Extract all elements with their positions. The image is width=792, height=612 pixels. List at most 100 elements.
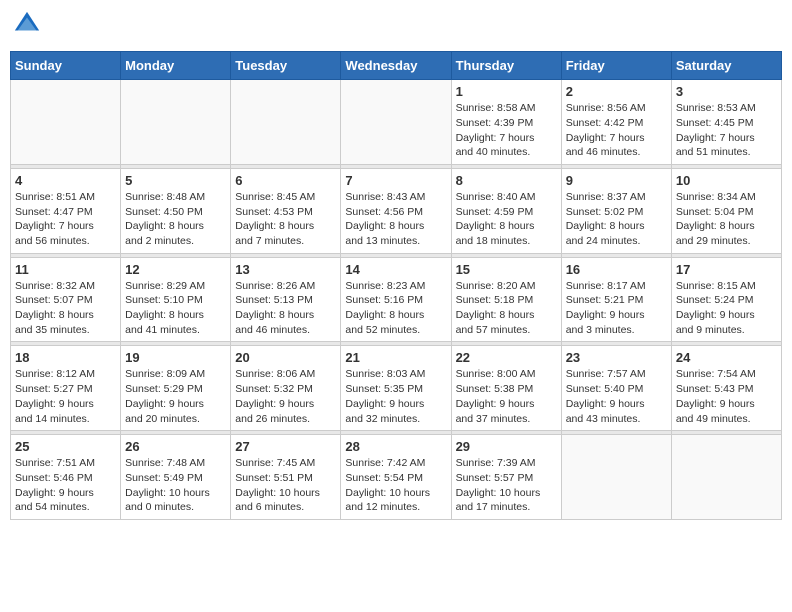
day-number: 1	[456, 84, 557, 99]
weekday-header-sunday: Sunday	[11, 52, 121, 80]
calendar-week-2: 4 Sunrise: 8:51 AMSunset: 4:47 PMDaylight…	[11, 168, 782, 253]
day-info: Sunrise: 8:34 AMSunset: 5:04 PMDaylight:…	[676, 190, 777, 249]
calendar-cell: 26Sunrise: 7:48 AMSunset: 5:49 PMDayligh…	[121, 435, 231, 520]
weekday-header-wednesday: Wednesday	[341, 52, 451, 80]
day-info: Sunrise: 8:58 AMSunset: 4:39 PMDaylight:…	[456, 101, 557, 160]
calendar-cell: 8 Sunrise: 8:40 AMSunset: 4:59 PMDaylight…	[451, 168, 561, 253]
calendar-cell: 18 Sunrise: 8:12 AMSunset: 5:27 PMDayligh…	[11, 346, 121, 431]
weekday-header-friday: Friday	[561, 52, 671, 80]
calendar-cell: 20Sunrise: 8:06 AMSunset: 5:32 PMDayligh…	[231, 346, 341, 431]
day-number: 27	[235, 439, 336, 454]
day-number: 19	[125, 350, 226, 365]
calendar-cell: 22 Sunrise: 8:00 AMSunset: 5:38 PMDayligh…	[451, 346, 561, 431]
calendar-cell: 7 Sunrise: 8:43 AMSunset: 4:56 PMDaylight…	[341, 168, 451, 253]
day-info: Sunrise: 8:23 AMSunset: 5:16 PMDaylight:…	[345, 279, 446, 338]
calendar-cell	[231, 80, 341, 165]
calendar-cell: 17 Sunrise: 8:15 AMSunset: 5:24 PMDayligh…	[671, 257, 781, 342]
calendar-cell: 27 Sunrise: 7:45 AMSunset: 5:51 PMDayligh…	[231, 435, 341, 520]
day-info: Sunrise: 8:26 AMSunset: 5:13 PMDaylight:…	[235, 279, 336, 338]
weekday-header-thursday: Thursday	[451, 52, 561, 80]
calendar-cell: 25 Sunrise: 7:51 AMSunset: 5:46 PMDayligh…	[11, 435, 121, 520]
day-number: 7	[345, 173, 446, 188]
calendar-cell: 21Sunrise: 8:03 AMSunset: 5:35 PMDayligh…	[341, 346, 451, 431]
day-info: Sunrise: 8:29 AMSunset: 5:10 PMDaylight:…	[125, 279, 226, 338]
weekday-header-saturday: Saturday	[671, 52, 781, 80]
day-number: 28	[345, 439, 446, 454]
day-number: 8	[456, 173, 557, 188]
day-info: Sunrise: 8:15 AMSunset: 5:24 PMDaylight:…	[676, 279, 777, 338]
day-number: 23	[566, 350, 667, 365]
day-number: 4	[15, 173, 116, 188]
day-info: Sunrise: 8:43 AMSunset: 4:56 PMDaylight:…	[345, 190, 446, 249]
calendar-cell: 16 Sunrise: 8:17 AMSunset: 5:21 PMDayligh…	[561, 257, 671, 342]
day-info: Sunrise: 8:09 AMSunset: 5:29 PMDaylight:…	[125, 367, 226, 426]
calendar-cell: 29 Sunrise: 7:39 AMSunset: 5:57 PMDayligh…	[451, 435, 561, 520]
calendar-cell: 19 Sunrise: 8:09 AMSunset: 5:29 PMDayligh…	[121, 346, 231, 431]
day-number: 25	[15, 439, 116, 454]
day-info: Sunrise: 7:39 AMSunset: 5:57 PMDaylight:…	[456, 456, 557, 515]
page-header	[10, 10, 782, 43]
day-number: 22	[456, 350, 557, 365]
day-info: Sunrise: 7:51 AMSunset: 5:46 PMDaylight:…	[15, 456, 116, 515]
calendar-cell	[671, 435, 781, 520]
day-info: Sunrise: 7:45 AMSunset: 5:51 PMDaylight:…	[235, 456, 336, 515]
weekday-header-monday: Monday	[121, 52, 231, 80]
day-info: Sunrise: 7:42 AMSunset: 5:54 PMDaylight:…	[345, 456, 446, 515]
day-number: 16	[566, 262, 667, 277]
calendar-cell: 9 Sunrise: 8:37 AMSunset: 5:02 PMDaylight…	[561, 168, 671, 253]
day-info: Sunrise: 8:00 AMSunset: 5:38 PMDaylight:…	[456, 367, 557, 426]
day-number: 9	[566, 173, 667, 188]
day-number: 26	[125, 439, 226, 454]
weekday-header-tuesday: Tuesday	[231, 52, 341, 80]
calendar-week-5: 25 Sunrise: 7:51 AMSunset: 5:46 PMDayligh…	[11, 435, 782, 520]
day-info: Sunrise: 8:37 AMSunset: 5:02 PMDaylight:…	[566, 190, 667, 249]
calendar-cell: 23Sunrise: 7:57 AMSunset: 5:40 PMDayligh…	[561, 346, 671, 431]
calendar-week-3: 11 Sunrise: 8:32 AMSunset: 5:07 PMDayligh…	[11, 257, 782, 342]
day-info: Sunrise: 8:51 AMSunset: 4:47 PMDaylight:…	[15, 190, 116, 249]
day-number: 18	[15, 350, 116, 365]
calendar-cell: 11 Sunrise: 8:32 AMSunset: 5:07 PMDayligh…	[11, 257, 121, 342]
calendar-cell	[121, 80, 231, 165]
day-info: Sunrise: 8:40 AMSunset: 4:59 PMDaylight:…	[456, 190, 557, 249]
calendar-cell: 13 Sunrise: 8:26 AMSunset: 5:13 PMDayligh…	[231, 257, 341, 342]
logo	[10, 10, 41, 43]
day-info: Sunrise: 8:12 AMSunset: 5:27 PMDaylight:…	[15, 367, 116, 426]
calendar-cell: 5 Sunrise: 8:48 AMSunset: 4:50 PMDaylight…	[121, 168, 231, 253]
day-number: 11	[15, 262, 116, 277]
day-info: Sunrise: 8:45 AMSunset: 4:53 PMDaylight:…	[235, 190, 336, 249]
calendar-cell	[561, 435, 671, 520]
day-info: Sunrise: 8:53 AMSunset: 4:45 PMDaylight:…	[676, 101, 777, 160]
day-info: Sunrise: 7:54 AMSunset: 5:43 PMDaylight:…	[676, 367, 777, 426]
calendar-cell: 6 Sunrise: 8:45 AMSunset: 4:53 PMDaylight…	[231, 168, 341, 253]
calendar-cell: 1 Sunrise: 8:58 AMSunset: 4:39 PMDaylight…	[451, 80, 561, 165]
calendar-week-1: 1 Sunrise: 8:58 AMSunset: 4:39 PMDaylight…	[11, 80, 782, 165]
day-number: 29	[456, 439, 557, 454]
day-number: 14	[345, 262, 446, 277]
day-info: Sunrise: 8:17 AMSunset: 5:21 PMDaylight:…	[566, 279, 667, 338]
day-number: 20	[235, 350, 336, 365]
calendar-cell: 2 Sunrise: 8:56 AMSunset: 4:42 PMDaylight…	[561, 80, 671, 165]
day-number: 24	[676, 350, 777, 365]
calendar-cell: 15Sunrise: 8:20 AMSunset: 5:18 PMDayligh…	[451, 257, 561, 342]
day-number: 2	[566, 84, 667, 99]
calendar-cell: 24 Sunrise: 7:54 AMSunset: 5:43 PMDayligh…	[671, 346, 781, 431]
calendar-cell: 12 Sunrise: 8:29 AMSunset: 5:10 PMDayligh…	[121, 257, 231, 342]
day-info: Sunrise: 8:48 AMSunset: 4:50 PMDaylight:…	[125, 190, 226, 249]
day-number: 21	[345, 350, 446, 365]
day-number: 12	[125, 262, 226, 277]
day-number: 10	[676, 173, 777, 188]
day-number: 13	[235, 262, 336, 277]
day-number: 15	[456, 262, 557, 277]
calendar-cell: 4 Sunrise: 8:51 AMSunset: 4:47 PMDaylight…	[11, 168, 121, 253]
calendar-cell: 28 Sunrise: 7:42 AMSunset: 5:54 PMDayligh…	[341, 435, 451, 520]
calendar-cell: 3 Sunrise: 8:53 AMSunset: 4:45 PMDaylight…	[671, 80, 781, 165]
calendar-week-4: 18 Sunrise: 8:12 AMSunset: 5:27 PMDayligh…	[11, 346, 782, 431]
day-info: Sunrise: 8:56 AMSunset: 4:42 PMDaylight:…	[566, 101, 667, 160]
logo-icon	[13, 10, 41, 38]
day-number: 5	[125, 173, 226, 188]
day-number: 6	[235, 173, 336, 188]
calendar-cell	[341, 80, 451, 165]
day-info: Sunrise: 8:32 AMSunset: 5:07 PMDaylight:…	[15, 279, 116, 338]
day-number: 17	[676, 262, 777, 277]
day-number: 3	[676, 84, 777, 99]
